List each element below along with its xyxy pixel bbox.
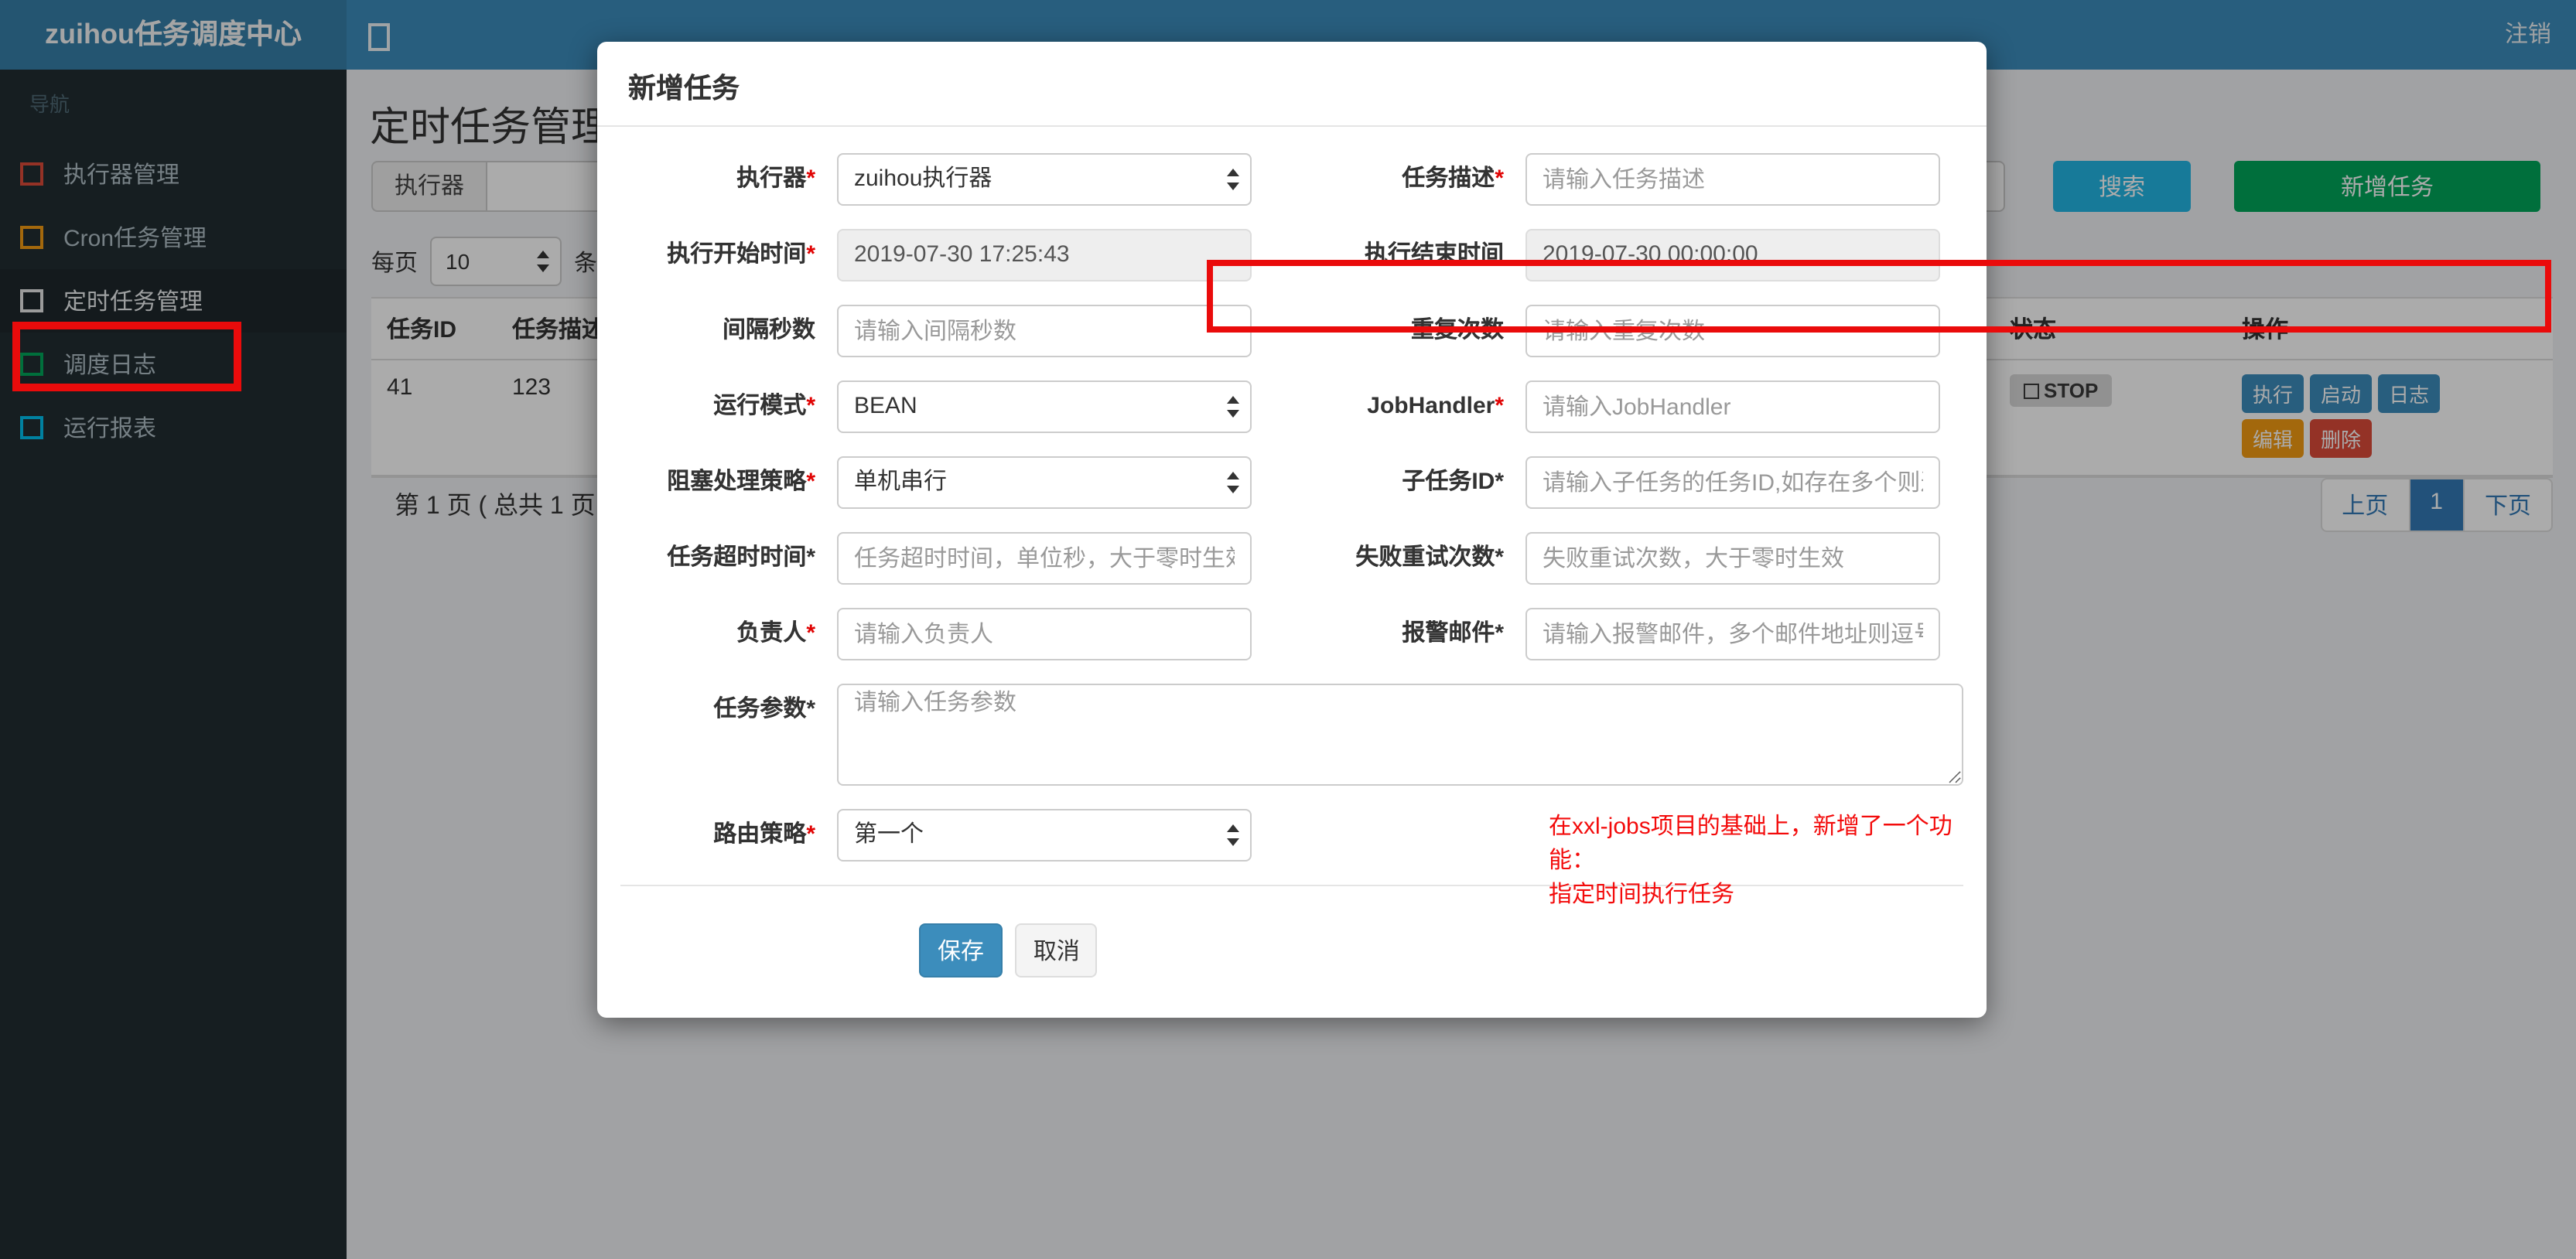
form-row: 阻塞处理策略* 单机串行 子任务ID*: [620, 456, 1963, 509]
job-desc-label: 任务描述*: [1402, 165, 1504, 192]
route-strategy-value: 第一个: [854, 821, 924, 848]
jobhandler-input[interactable]: [1525, 380, 1940, 433]
form-row: 间隔秒数 重复次数: [620, 305, 1963, 357]
executor-value: zuihou执行器: [854, 165, 992, 192]
block-strategy-value: 单机串行: [854, 469, 948, 495]
job-desc-input[interactable]: [1525, 153, 1940, 206]
app-stage: zuihou任务调度中心 注销 导航 执行器管理 Cron任务管理 定时任务管理 调度…: [0, 0, 2576, 1259]
jobhandler-label: JobHandler*: [1367, 393, 1504, 419]
select-caret-icon: [1227, 396, 1239, 418]
note-line-2: 指定时间执行任务: [1549, 882, 1735, 908]
required-asterisk: *: [1495, 165, 1504, 192]
child-job-id-label: 子任务ID*: [1402, 469, 1504, 495]
timeout-label: 任务超时时间*: [667, 544, 815, 571]
interval-seconds-label: 间隔秒数: [722, 317, 815, 343]
start-time-input[interactable]: 2019-07-30 17:25:43: [837, 229, 1252, 281]
block-strategy-group: 阻塞处理策略* 单机串行: [620, 456, 1292, 509]
cancel-button[interactable]: 取消: [1015, 923, 1098, 978]
interval-seconds-input[interactable]: [837, 305, 1252, 357]
alarm-email-group: 报警邮件*: [1292, 608, 1963, 660]
owner-group: 负责人*: [620, 608, 1292, 660]
required-asterisk: *: [1495, 393, 1504, 419]
fail-retry-group: 失败重试次数*: [1292, 532, 1963, 585]
form-row: 运行模式* BEAN JobHandler*: [620, 380, 1963, 433]
modal-body: 执行器* zuihou执行器 任务描述* 执行开始时间* 2019-07-30 17:2…: [597, 127, 1987, 862]
note-line-1: 在xxl-jobs项目的基础上，新增了一个功能：: [1549, 814, 1952, 874]
form-row: 任务超时时间* 失败重试次数*: [620, 532, 1963, 585]
fail-retry-input[interactable]: [1525, 532, 1940, 585]
run-mode-group: 运行模式* BEAN: [620, 380, 1292, 433]
repeat-count-input[interactable]: [1525, 305, 1940, 357]
route-strategy-label: 路由策略*: [713, 821, 815, 848]
block-strategy-select[interactable]: 单机串行: [837, 456, 1252, 509]
run-mode-label: 运行模式*: [713, 393, 815, 419]
interval-seconds-group: 间隔秒数: [620, 305, 1292, 357]
end-time-label: 执行结束时间: [1364, 241, 1504, 268]
repeat-count-label: 重复次数: [1410, 317, 1504, 343]
select-caret-icon: [1227, 824, 1239, 846]
alarm-email-label: 报警邮件*: [1402, 620, 1504, 647]
required-asterisk: *: [806, 241, 815, 268]
select-caret-icon: [1227, 169, 1239, 190]
child-job-id-input[interactable]: [1525, 456, 1940, 509]
run-mode-select[interactable]: BEAN: [837, 380, 1252, 433]
jobhandler-group: JobHandler*: [1292, 380, 1963, 433]
required-asterisk: *: [806, 469, 815, 495]
required-asterisk: *: [806, 165, 815, 192]
start-time-label: 执行开始时间*: [667, 241, 815, 268]
form-row: 执行器* zuihou执行器 任务描述*: [620, 153, 1963, 206]
modal-title: 新增任务: [628, 73, 740, 104]
owner-label: 负责人*: [736, 620, 815, 647]
repeat-count-group: 重复次数: [1292, 305, 1963, 357]
select-caret-icon: [1227, 472, 1239, 493]
executor-select[interactable]: zuihou执行器: [837, 153, 1252, 206]
required-asterisk: *: [806, 821, 815, 848]
job-param-label: 任务参数*: [713, 696, 815, 722]
job-desc-group: 任务描述*: [1292, 153, 1963, 206]
fail-retry-label: 失败重试次数*: [1355, 544, 1504, 571]
timeout-input[interactable]: [837, 532, 1252, 585]
job-param-textarea[interactable]: [837, 684, 1963, 786]
form-row: 执行开始时间* 2019-07-30 17:25:43 执行结束时间 2019-07-…: [620, 229, 1963, 281]
executor-group: 执行器* zuihou执行器: [620, 153, 1292, 206]
route-strategy-group: 路由策略* 第一个: [620, 809, 1292, 862]
required-asterisk: *: [806, 620, 815, 647]
executor-label: 执行器*: [736, 165, 815, 192]
modal-header: 新增任务: [597, 42, 1987, 127]
end-time-input[interactable]: 2019-07-30 00:00:00: [1525, 229, 1940, 281]
save-button[interactable]: 保存: [919, 923, 1003, 978]
job-param-group: 任务参数*: [620, 684, 1963, 786]
child-job-id-group: 子任务ID*: [1292, 456, 1963, 509]
run-mode-value: BEAN: [854, 393, 917, 419]
alarm-email-input[interactable]: [1525, 608, 1940, 660]
block-strategy-label: 阻塞处理策略*: [667, 469, 815, 495]
modal-red-note: 在xxl-jobs项目的基础上，新增了一个功能： 指定时间执行任务: [1549, 810, 1997, 913]
start-time-group: 执行开始时间* 2019-07-30 17:25:43: [620, 229, 1292, 281]
route-strategy-select[interactable]: 第一个: [837, 809, 1252, 862]
form-row-param: 任务参数*: [620, 684, 1963, 786]
end-time-group: 执行结束时间 2019-07-30 00:00:00: [1292, 229, 1963, 281]
form-row: 负责人* 报警邮件*: [620, 608, 1963, 660]
timeout-group: 任务超时时间*: [620, 532, 1292, 585]
required-asterisk: *: [806, 393, 815, 419]
new-task-modal: 新增任务 执行器* zuihou执行器 任务描述* 执行开始时间* 2019-07-30…: [597, 42, 2551, 1018]
owner-input[interactable]: [837, 608, 1252, 660]
